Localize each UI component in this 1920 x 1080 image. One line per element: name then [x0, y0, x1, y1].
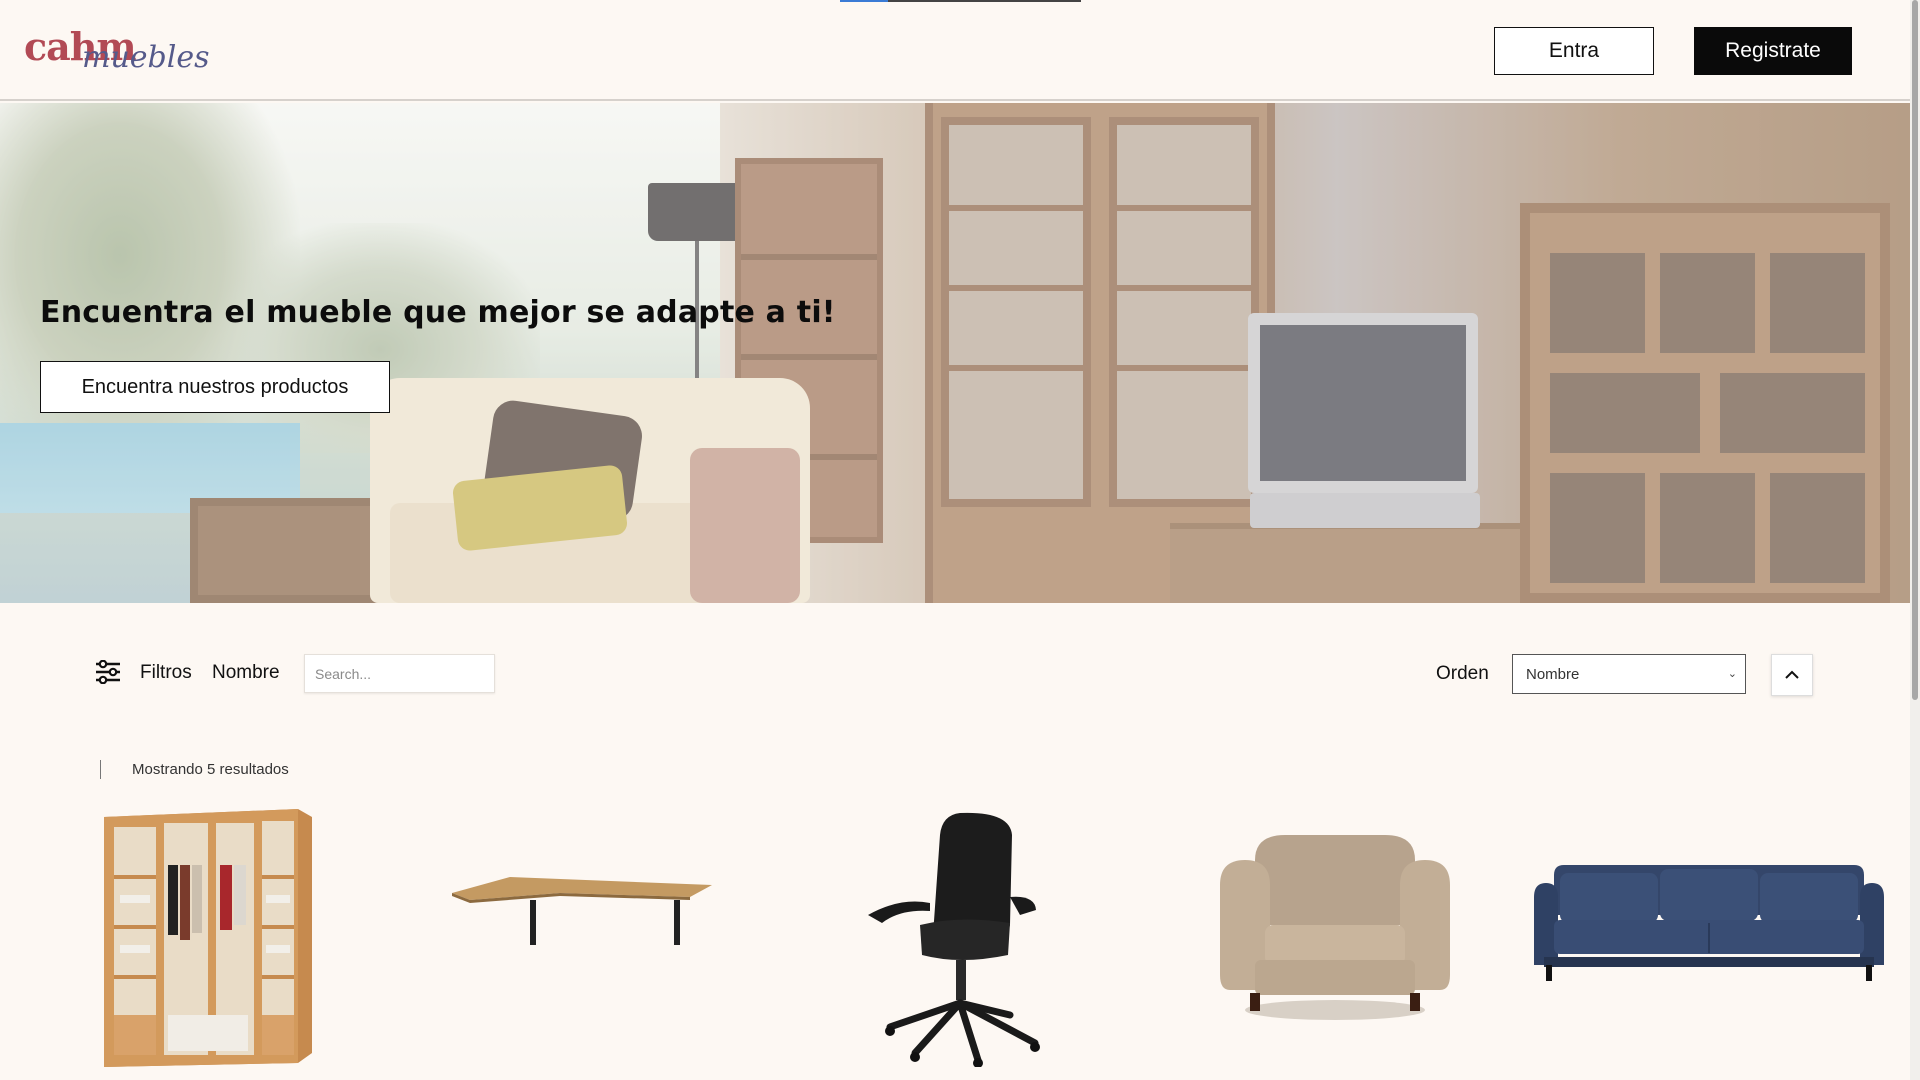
page-scrollbar[interactable]: [1910, 0, 1920, 1080]
product-card-armchair[interactable]: [1215, 805, 1455, 1080]
site-header: cahm muebles Entra Registrate: [0, 0, 1910, 101]
results-divider: [100, 760, 101, 779]
site-logo[interactable]: cahm muebles: [22, 18, 209, 78]
search-input[interactable]: [304, 654, 495, 693]
hero-title: Encuentra el mueble que mejor se adapte …: [40, 295, 836, 330]
order-select[interactable]: Nombre ⌄: [1512, 654, 1746, 694]
sort-direction-button[interactable]: [1771, 654, 1813, 696]
armchair-image: [1220, 835, 1450, 1020]
register-button[interactable]: Registrate: [1694, 27, 1852, 75]
order-select-value: Nombre: [1526, 665, 1580, 683]
sofa-image: [1534, 865, 1884, 981]
chevron-down-icon: ⌄: [1727, 668, 1737, 680]
name-filter-label: Nombre: [212, 662, 280, 683]
product-card-sofa[interactable]: [1532, 805, 1887, 1080]
product-card-wardrobe[interactable]: [98, 805, 320, 1080]
loading-indicator-progress: [840, 0, 888, 2]
office-chair-image: [868, 812, 1040, 1067]
desk-image: [452, 877, 712, 945]
chevron-up-icon: [1785, 670, 1799, 679]
find-products-button[interactable]: Encuentra nuestros productos: [40, 361, 390, 413]
filters-toggle[interactable]: Filtros: [140, 662, 192, 684]
hero-banner: Encuentra el mueble que mejor se adapte …: [0, 103, 1910, 603]
logo-script-text: muebles: [82, 40, 210, 75]
page-loading-indicator: [840, 0, 1081, 2]
scrollbar-thumb[interactable]: [1912, 0, 1918, 700]
filter-bar: Filtros Nombre Orden Nombre ⌄: [0, 650, 1910, 700]
results-count: Mostrando 5 resultados: [132, 761, 289, 778]
wardrobe-image: [104, 809, 312, 1067]
product-card-desk[interactable]: [450, 805, 715, 1080]
login-button[interactable]: Entra: [1494, 27, 1654, 75]
product-card-office-chair[interactable]: [860, 805, 1060, 1080]
sliders-icon[interactable]: [95, 660, 121, 684]
order-label: Orden: [1436, 663, 1489, 684]
